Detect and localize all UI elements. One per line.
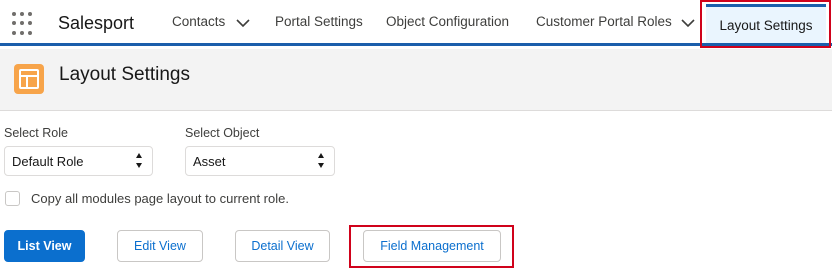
select-role-dropdown[interactable]: Default Role: [4, 146, 153, 176]
chevron-down-icon[interactable]: [235, 16, 251, 30]
tab-contacts[interactable]: Contacts: [172, 14, 225, 29]
sort-arrows-icon: [136, 153, 144, 169]
tab-portal-settings[interactable]: Portal Settings: [275, 14, 363, 29]
layout-icon: [14, 64, 44, 94]
list-view-button[interactable]: List View: [4, 230, 85, 262]
highlight-box: [700, 0, 831, 48]
page-title: Layout Settings: [59, 64, 190, 85]
select-role-value: Default Role: [12, 154, 84, 169]
detail-view-button[interactable]: Detail View: [235, 230, 330, 262]
copy-layout-label: Copy all modules page layout to current …: [31, 191, 289, 206]
highlight-box: [349, 225, 514, 268]
sort-arrows-icon: [318, 153, 326, 169]
copy-layout-checkbox[interactable]: [5, 191, 20, 206]
edit-view-button[interactable]: Edit View: [117, 230, 203, 262]
select-object-value: Asset: [193, 154, 226, 169]
app-name: Salesport: [58, 13, 135, 33]
select-role-label: Select Role: [4, 126, 68, 140]
app-launcher-icon[interactable]: [12, 12, 36, 36]
chevron-down-icon[interactable]: [680, 16, 696, 30]
page-header: Layout Settings: [0, 49, 832, 111]
tab-customer-portal-roles[interactable]: Customer Portal Roles: [536, 14, 672, 29]
tab-object-configuration[interactable]: Object Configuration: [386, 14, 509, 29]
select-object-label: Select Object: [185, 126, 260, 140]
select-object-dropdown[interactable]: Asset: [185, 146, 335, 176]
